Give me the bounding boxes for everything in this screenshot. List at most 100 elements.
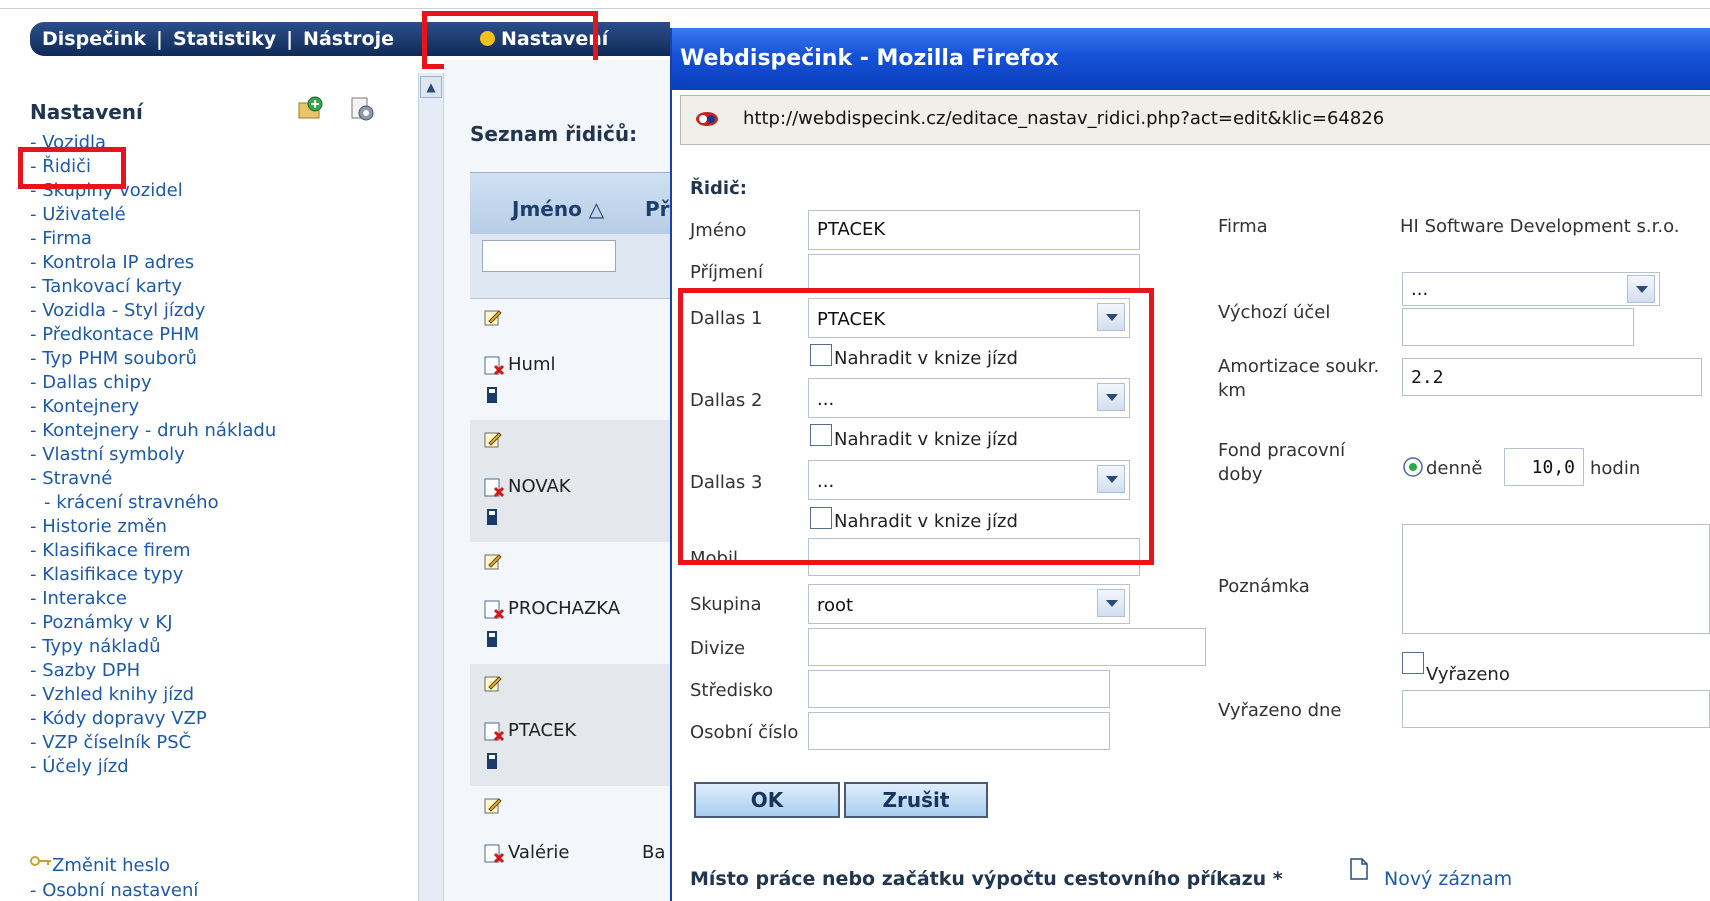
sidebar-item-kontrola-ip[interactable]: - Kontrola IP adres: [30, 251, 276, 275]
highlight-box-ridici: [18, 147, 126, 189]
nav-item-statistiky[interactable]: Statistiky: [173, 28, 276, 50]
osobni-cislo-label: Osobní číslo: [690, 722, 799, 743]
divize-input[interactable]: [808, 628, 1206, 666]
fuel-icon[interactable]: [486, 508, 500, 526]
divize-label: Divize: [690, 638, 746, 659]
stredisko-label: Středisko: [690, 680, 774, 701]
change-password-link[interactable]: Změnit heslo: [30, 855, 170, 876]
collapse-up-icon[interactable]: ▲: [420, 76, 442, 98]
delete-icon[interactable]: [484, 722, 506, 742]
sidebar-item-vlastni-symboly[interactable]: - Vlastní symboly: [30, 443, 276, 467]
nav-item-dispecink[interactable]: Dispečink: [42, 28, 146, 50]
sidebar-item-vzhled-knihy[interactable]: - Vzhled knihy jízd: [30, 683, 276, 707]
nav-item-nastroje[interactable]: Nástroje: [303, 28, 394, 50]
delete-icon[interactable]: [484, 356, 506, 376]
ok-button[interactable]: OK: [694, 782, 840, 818]
grid-header: Jméno △ Př: [470, 172, 670, 235]
stredisko-input[interactable]: [808, 670, 1110, 708]
poznamka-textarea[interactable]: [1402, 524, 1710, 634]
vychozi-ucel-label: Výchozí účel: [1218, 302, 1331, 323]
fond-hours-input[interactable]: 10,0: [1504, 448, 1584, 486]
vychozi-ucel-select[interactable]: ...: [1402, 272, 1660, 306]
sidebar-item-typy-nakladu[interactable]: - Typy nákladů: [30, 635, 276, 659]
jmeno-input[interactable]: PTACEK: [808, 210, 1140, 250]
table-row-novak[interactable]: NOVAK: [470, 420, 670, 542]
add-folder-icon[interactable]: [298, 96, 324, 120]
key-icon: [30, 856, 51, 866]
panel-splitter[interactable]: [418, 73, 444, 901]
firma-label: Firma: [1218, 216, 1268, 237]
firma-value: HI Software Development s.r.o.: [1400, 216, 1680, 237]
vyrazeno-checkbox[interactable]: [1402, 652, 1424, 674]
fuel-icon[interactable]: [486, 630, 500, 648]
sidebar-item-klasifikace-typy[interactable]: - Klasifikace typy: [30, 563, 276, 587]
chevron-down-icon[interactable]: [1097, 589, 1125, 617]
sidebar-item-stravne[interactable]: - Stravné: [30, 467, 276, 491]
driver-name: NOVAK: [508, 476, 571, 497]
vychozi-ucel-text[interactable]: [1402, 308, 1634, 346]
driver-name: PROCHAZKA: [508, 598, 621, 619]
fuel-icon[interactable]: [486, 752, 500, 770]
sidebar-item-firma[interactable]: - Firma: [30, 227, 276, 251]
column-header-jmeno[interactable]: Jméno △: [512, 197, 604, 221]
sidebar-item-osobni-nastaveni[interactable]: - Osobní nastavení: [30, 880, 198, 901]
sidebar-item-typ-phm[interactable]: - Typ PHM souborů: [30, 347, 276, 371]
sidebar-item-vzp-psc[interactable]: - VZP číselník PSČ: [30, 731, 276, 755]
table-row-prochazka[interactable]: PROCHAZKA: [470, 542, 670, 664]
vyrazeno-dne-label: Vyřazeno dne: [1218, 700, 1342, 721]
sidebar-item-dallas-chipy[interactable]: - Dallas chipy: [30, 371, 276, 395]
sidebar-item-uzivatele[interactable]: - Uživatelé: [30, 203, 276, 227]
vyrazeno-dne-input[interactable]: [1402, 690, 1710, 728]
table-row-huml[interactable]: Huml: [470, 298, 670, 420]
sidebar-item-historie-zmen[interactable]: - Historie změn: [30, 515, 276, 539]
skupina-value: root: [817, 595, 854, 616]
sidebar-item-kontejnery-druh[interactable]: - Kontejnery - druh nákladu: [30, 419, 276, 443]
new-record-link[interactable]: Nový záznam: [1384, 868, 1512, 890]
name-filter-input[interactable]: [482, 240, 616, 272]
edit-icon[interactable]: [484, 674, 502, 692]
edit-icon[interactable]: [484, 430, 502, 448]
sidebar-item-predkontace-phm[interactable]: - Předkontace PHM: [30, 323, 276, 347]
window-title: Webdispečink - Mozilla Firefox: [680, 46, 1059, 71]
sidebar-item-ucely-jizd[interactable]: - Účely jízd: [30, 755, 276, 779]
driver-name: PTACEK: [508, 720, 577, 741]
skupina-select[interactable]: root: [808, 584, 1130, 624]
denne-label: denně: [1426, 458, 1483, 479]
delete-icon[interactable]: [484, 600, 506, 620]
chevron-down-icon[interactable]: [1627, 275, 1655, 303]
amortizace-input[interactable]: 2.2: [1402, 358, 1702, 396]
driver-surname: Ba: [642, 842, 666, 863]
delete-icon[interactable]: [484, 478, 506, 498]
window-titlebar[interactable]: Webdispečink - Mozilla Firefox: [672, 28, 1710, 90]
table-row-ptacek[interactable]: PTACEK: [470, 664, 670, 786]
sidebar-item-kody-dopravy[interactable]: - Kódy dopravy VZP: [30, 707, 276, 731]
sidebar-item-klasifikace-firem[interactable]: - Klasifikace firem: [30, 539, 276, 563]
osobni-cislo-input[interactable]: [808, 712, 1110, 750]
highlight-box-dallas: [678, 288, 1154, 565]
delete-icon[interactable]: [484, 844, 506, 864]
fond-label-1: Fond pracovní: [1218, 440, 1346, 461]
new-document-icon[interactable]: [1350, 858, 1368, 880]
cancel-button[interactable]: Zrušit: [844, 782, 988, 818]
settings-gear-icon[interactable]: [350, 96, 376, 122]
list-title: Seznam řidičů:: [470, 122, 638, 146]
nav-separator: |: [286, 28, 294, 50]
fuel-icon[interactable]: [486, 386, 500, 404]
edit-icon[interactable]: [484, 796, 502, 814]
prijmeni-input[interactable]: [808, 254, 1140, 292]
sidebar-item-kontejnery[interactable]: - Kontejnery: [30, 395, 276, 419]
vyrazeno-label: Vyřazeno: [1426, 664, 1510, 685]
site-favicon-icon: [696, 112, 718, 126]
sidebar-item-sazby-dph[interactable]: - Sazby DPH: [30, 659, 276, 683]
column-header-prijmeni[interactable]: Př: [645, 197, 670, 221]
sidebar-item-styl-jizdy[interactable]: - Vozidla - Styl jízdy: [30, 299, 276, 323]
table-row-valerie[interactable]: Valérie Ba: [470, 786, 670, 901]
sidebar-item-interakce[interactable]: - Interakce: [30, 587, 276, 611]
edit-icon[interactable]: [484, 552, 502, 570]
change-password-label: Změnit heslo: [52, 855, 171, 876]
url-bar[interactable]: http://webdispecink.cz/editace_nastav_ri…: [680, 95, 1710, 145]
sidebar-item-tankovaci-karty[interactable]: - Tankovací karty: [30, 275, 276, 299]
sidebar-item-poznamky-kj[interactable]: - Poznámky v KJ: [30, 611, 276, 635]
sidebar-item-kraceni-stravneho[interactable]: - krácení stravného: [30, 491, 276, 515]
denne-radio[interactable]: [1402, 456, 1424, 478]
